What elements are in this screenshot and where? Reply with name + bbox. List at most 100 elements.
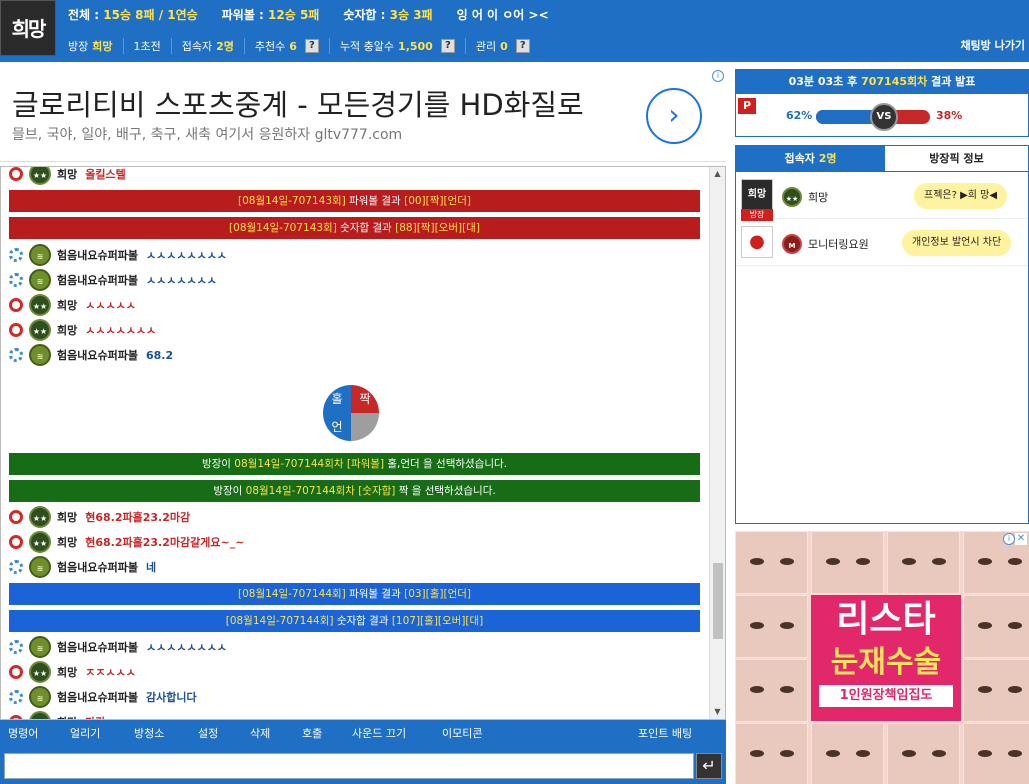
side-ad-text[interactable]: 리스타 눈재수술 1인원장책임집도: [811, 595, 961, 721]
chat-toolbar: 명령어 얼리기 방청소 설정 삭제 호출 사운드 끄기 이모티콘 포인트 배팅 ↵: [0, 720, 726, 784]
notice-mid: 숫자합 결과: [333, 615, 392, 627]
chevron-rank-icon: ≋: [29, 344, 51, 366]
toolbar-item[interactable]: 이모티콘: [442, 725, 482, 741]
pick-empty: [351, 413, 379, 441]
scroll-down-icon[interactable]: ▼: [710, 705, 725, 719]
chat-nick[interactable]: 희망: [57, 509, 77, 525]
face-photo: [811, 531, 884, 594]
recommend-help-button[interactable]: ?: [304, 39, 319, 53]
scroll-up-icon[interactable]: ▲: [710, 167, 725, 181]
notice-mid: [파워볼]: [343, 458, 388, 470]
owner-role-icon: [9, 298, 23, 312]
chat-text: 네: [145, 561, 157, 574]
notice-post: 짝 을 선택하셨습니다.: [398, 485, 496, 497]
user-nick[interactable]: 희망: [808, 189, 828, 205]
ad-info-icon[interactable]: i: [712, 70, 724, 82]
system-notice-bar: 방장이 08월14일-707144회차 [숫자합] 짝 을 선택하셨습니다.: [9, 480, 700, 502]
toolbar-item[interactable]: 사운드 끄기: [352, 725, 406, 741]
user-row[interactable]: 희망 방장 ★★ 희망 프젝은? ▶희 망◀: [736, 173, 1028, 221]
chat-nick[interactable]: 험음내요슈퍼파볼: [57, 639, 138, 655]
toolbar-item[interactable]: 명령어: [8, 725, 38, 741]
chat-text: ㅈㅈㅅㅅㅅ: [85, 666, 136, 679]
result-countdown: 03분 03초 후 707145회차 결과 발표: [736, 70, 1028, 94]
star-rank-icon: ★★: [29, 294, 51, 316]
member-role-icon: [9, 273, 23, 287]
star-rank-icon: ★★: [29, 167, 51, 185]
chevron-rank-icon: ≋: [29, 556, 51, 578]
face-photo: [963, 595, 1029, 658]
user-nick[interactable]: 모니터링요원: [808, 236, 869, 252]
toolbar-item[interactable]: 방청소: [134, 725, 164, 741]
side-ad[interactable]: 리스타 눈재수술 1인원장책임집도 i ✕: [735, 531, 1029, 784]
chevron-rank-icon: ≋: [29, 269, 51, 291]
room-logo: 희망: [0, 0, 56, 56]
chat-nick[interactable]: 희망: [57, 322, 77, 338]
notice-mid: 파워볼 결과: [345, 588, 405, 600]
ad-banner[interactable]: 글로리티비 스포츠중계 - 모든경기를 HD화질로 믈브, 국야, 일야, 배구…: [0, 68, 726, 162]
vs-icon: VS: [870, 103, 898, 131]
owner-role-icon: [9, 510, 23, 524]
ad-subtitle[interactable]: 믈브, 국야, 일야, 배구, 축구, 새축 여기서 응원하자 gltv777.…: [12, 124, 402, 144]
member-role-icon: [9, 690, 23, 704]
notice-y1: 08월14일-707144회차: [234, 458, 344, 470]
ad-title[interactable]: 글로리티비 스포츠중계 - 모든경기를 HD화질로: [12, 82, 584, 124]
owner-role-icon: [9, 167, 23, 181]
chat-nick[interactable]: 희망: [57, 664, 77, 680]
toolbar-item[interactable]: 호출: [302, 725, 322, 741]
send-button[interactable]: ↵: [696, 753, 722, 779]
chat-message: ★★희망마감: [9, 711, 106, 719]
chat-nick[interactable]: 험음내요슈퍼파볼: [57, 347, 138, 363]
chat-message: ★★ 희망 현68.2파홀23.2마감: [9, 506, 190, 528]
chat-nick[interactable]: 험음내요슈퍼파볼: [57, 272, 138, 288]
chat-nick[interactable]: 험음내요슈퍼파볼: [57, 559, 138, 575]
notice-pre: 방장이: [201, 458, 235, 470]
face-photo: [887, 723, 960, 784]
member-role-icon: [9, 560, 23, 574]
tab-owner-pick[interactable]: 방장픽 정보: [885, 146, 1028, 172]
chat-text: ㅅㅅㅅㅅㅅㅅㅅ: [85, 324, 157, 337]
chat-nick[interactable]: 희망: [57, 167, 77, 182]
chevron-rank-icon: ≋: [29, 686, 51, 708]
chat-nick[interactable]: 험음내요슈퍼파볼: [57, 247, 138, 263]
member-role-icon: [9, 348, 23, 362]
user-status-bubble: 프젝은? ▶희 망◀: [914, 183, 1008, 209]
tab-users[interactable]: 접속자 2명: [736, 146, 885, 172]
chat-message: ★★ 희망 ㅅㅅㅅㅅㅅ: [9, 294, 136, 316]
notice-post: [03][홀][언더]: [404, 588, 472, 600]
top-header: 희망 전체 : 15승 8패 / 1연승 파워볼 : 12승 5패 숫자합 : …: [0, 0, 1029, 62]
toolbar-item[interactable]: 삭제: [250, 725, 270, 741]
chat-text: 현68.2파홀23.2마감갈게요~_~: [85, 536, 245, 549]
earnings-help-button[interactable]: ?: [440, 39, 455, 53]
record-stats: 전체 : 15승 8패 / 1연승 파워볼 : 12승 5패 숫자합 : 3승 …: [68, 5, 549, 23]
point-bet-button[interactable]: 포인트 배팅: [638, 725, 692, 741]
result-countdown-box: 03분 03초 후 707145회차 결과 발표 P 62% VS 38%: [735, 69, 1029, 137]
chat-text: 올킬스텔: [85, 168, 126, 181]
chat-nick[interactable]: 희망: [57, 534, 77, 550]
member-role-icon: [9, 248, 23, 262]
ad-arrow-icon[interactable]: ›: [646, 88, 702, 144]
exit-chat-button[interactable]: 채팅방 나가기: [960, 37, 1025, 53]
chat-nick[interactable]: 험음내요슈퍼파볼: [57, 689, 138, 705]
avatar[interactable]: 희망: [741, 179, 773, 211]
toolbar-item[interactable]: 얼리기: [70, 725, 100, 741]
face-photo: [735, 531, 808, 594]
chevron-rank-icon: ≋: [29, 636, 51, 658]
chat-message: ★★ 희망 ㅈㅈㅅㅅㅅ: [9, 661, 136, 683]
manage-help-button[interactable]: ?: [515, 39, 530, 53]
side-ad-close-icon[interactable]: ✕: [1015, 533, 1027, 545]
user-row[interactable]: ● M 모니터링요원 개인정보 발언시 차단: [736, 220, 1028, 266]
pick-under: 언: [323, 413, 351, 441]
chat-message: ≋ 험음내요슈퍼파볼 ㅅㅅㅅㅅㅅㅅㅅㅅ: [9, 636, 227, 658]
toolbar-item[interactable]: 설정: [198, 725, 218, 741]
room-info: 방장 희망 1초전 접속자 2명 추천수 6? 누적 충알수 1,500? 관리 0?: [68, 37, 540, 55]
chat-input[interactable]: [4, 753, 694, 779]
chat-text: 현68.2파홀23.2마감: [85, 511, 191, 524]
chat-scrollbar[interactable]: ▲ ▼: [709, 167, 725, 719]
chat-nick[interactable]: 희망: [57, 297, 77, 313]
users-info: 접속자 2명: [172, 38, 245, 54]
scroll-thumb[interactable]: [713, 563, 723, 639]
notice-post: [00][짝][언더]: [404, 195, 472, 207]
star-rank-icon: ★★: [29, 319, 51, 341]
rank-icon: ★★: [782, 187, 802, 207]
side-ad-info-icon[interactable]: i: [1003, 533, 1015, 545]
